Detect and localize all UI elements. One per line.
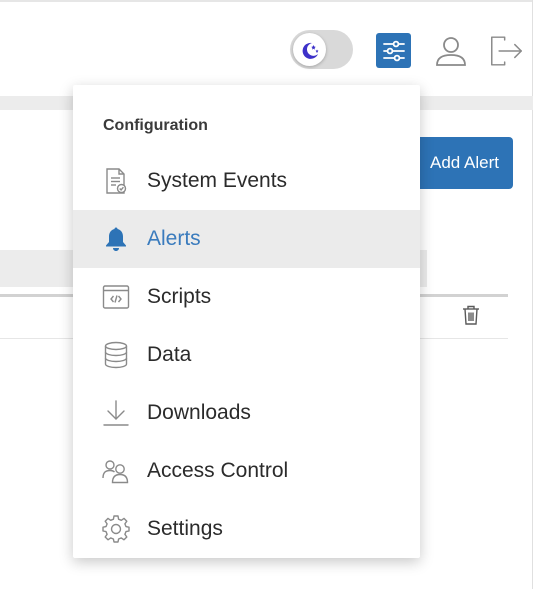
add-alert-label: Add Alert [430, 153, 499, 172]
gear-icon [102, 515, 130, 543]
theme-toggle-knob [293, 33, 326, 66]
menu-item-system-events[interactable]: System Events [73, 152, 420, 210]
top-border [0, 0, 533, 2]
trash-icon [463, 305, 479, 325]
sliders-icon [382, 40, 405, 61]
configuration-button[interactable] [376, 33, 411, 68]
menu-item-label: System Events [147, 169, 288, 192]
menu-item-label: Access Control [147, 459, 289, 482]
theme-toggle[interactable] [290, 30, 353, 69]
user-icon [435, 36, 466, 66]
menu-item-settings[interactable]: Settings [73, 500, 420, 558]
bell-icon [102, 225, 130, 253]
menu-item-alerts[interactable]: Alerts [73, 210, 420, 268]
menu-item-label: Alerts [147, 227, 201, 250]
logout-icon [491, 35, 522, 66]
menu-item-label: Data [147, 343, 192, 366]
menu-item-downloads[interactable]: Downloads [73, 384, 420, 442]
download-icon [102, 399, 130, 427]
menu-item-access-control[interactable]: Access Control [73, 442, 420, 500]
users-icon [102, 457, 130, 485]
menu-item-data[interactable]: Data [73, 326, 420, 384]
menu-item-label: Settings [147, 517, 223, 540]
user-profile-button[interactable] [433, 33, 468, 68]
menu-item-label: Scripts [147, 285, 212, 308]
moon-stars-icon [302, 42, 318, 59]
menu-item-scripts[interactable]: Scripts [73, 268, 420, 326]
database-icon [102, 341, 130, 369]
menu-item-label: Downloads [147, 401, 251, 424]
configuration-menu: Configuration System Events Alerts Scrip… [73, 85, 420, 558]
document-check-icon [102, 167, 130, 195]
menu-heading: Configuration [103, 117, 208, 134]
logout-button[interactable] [489, 33, 524, 68]
code-window-icon [102, 283, 130, 311]
delete-row-button[interactable] [461, 304, 481, 326]
